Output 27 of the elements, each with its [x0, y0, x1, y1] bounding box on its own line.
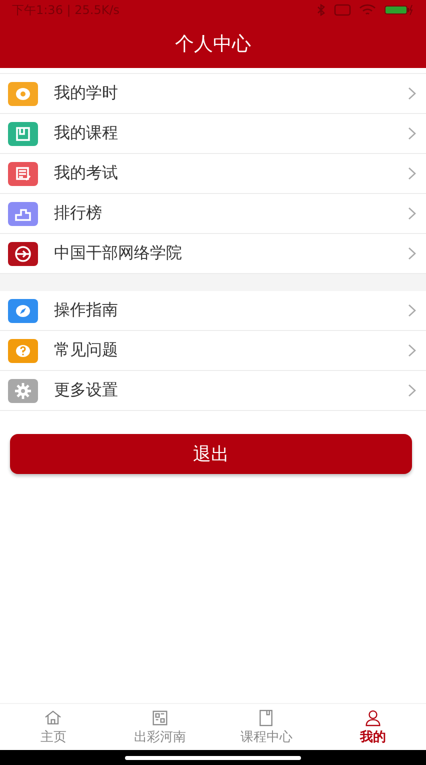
status-time: 下午1:36 | 25.5K/s	[12, 2, 120, 18]
page-title: 个人中心	[174, 32, 252, 57]
menu-item[interactable]: 排行榜	[0, 194, 426, 234]
menu-item[interactable]: 我的学时	[0, 74, 426, 114]
chevron-icon	[408, 247, 416, 260]
tab[interactable]: 我的	[320, 704, 426, 750]
menu-item[interactable]: 操作指南	[0, 291, 426, 331]
bluetooth-icon	[317, 4, 326, 16]
wifi-icon	[359, 4, 376, 16]
menu-item[interactable]: 中国干部网络学院	[0, 234, 426, 274]
menu-item[interactable]: 常见问题	[0, 331, 426, 371]
battery-icon	[384, 4, 414, 16]
logout-button[interactable]: 退出	[10, 434, 412, 474]
menu-item[interactable]: 我的课程	[0, 114, 426, 154]
menu-item[interactable]: 我的考试	[0, 154, 426, 194]
tab[interactable]: 出彩河南	[106, 704, 213, 750]
tab[interactable]: 课程中心	[213, 704, 320, 750]
chevron-icon	[408, 344, 416, 357]
chevron-icon	[408, 127, 416, 140]
chevron-icon	[408, 87, 416, 100]
chevron-icon	[408, 167, 416, 180]
chevron-icon	[408, 207, 416, 220]
tab[interactable]: 主页	[0, 704, 106, 750]
menu-item[interactable]: 更多设置	[0, 371, 426, 411]
sim-icon	[334, 4, 351, 16]
chevron-icon	[408, 304, 416, 317]
chevron-icon	[408, 384, 416, 397]
